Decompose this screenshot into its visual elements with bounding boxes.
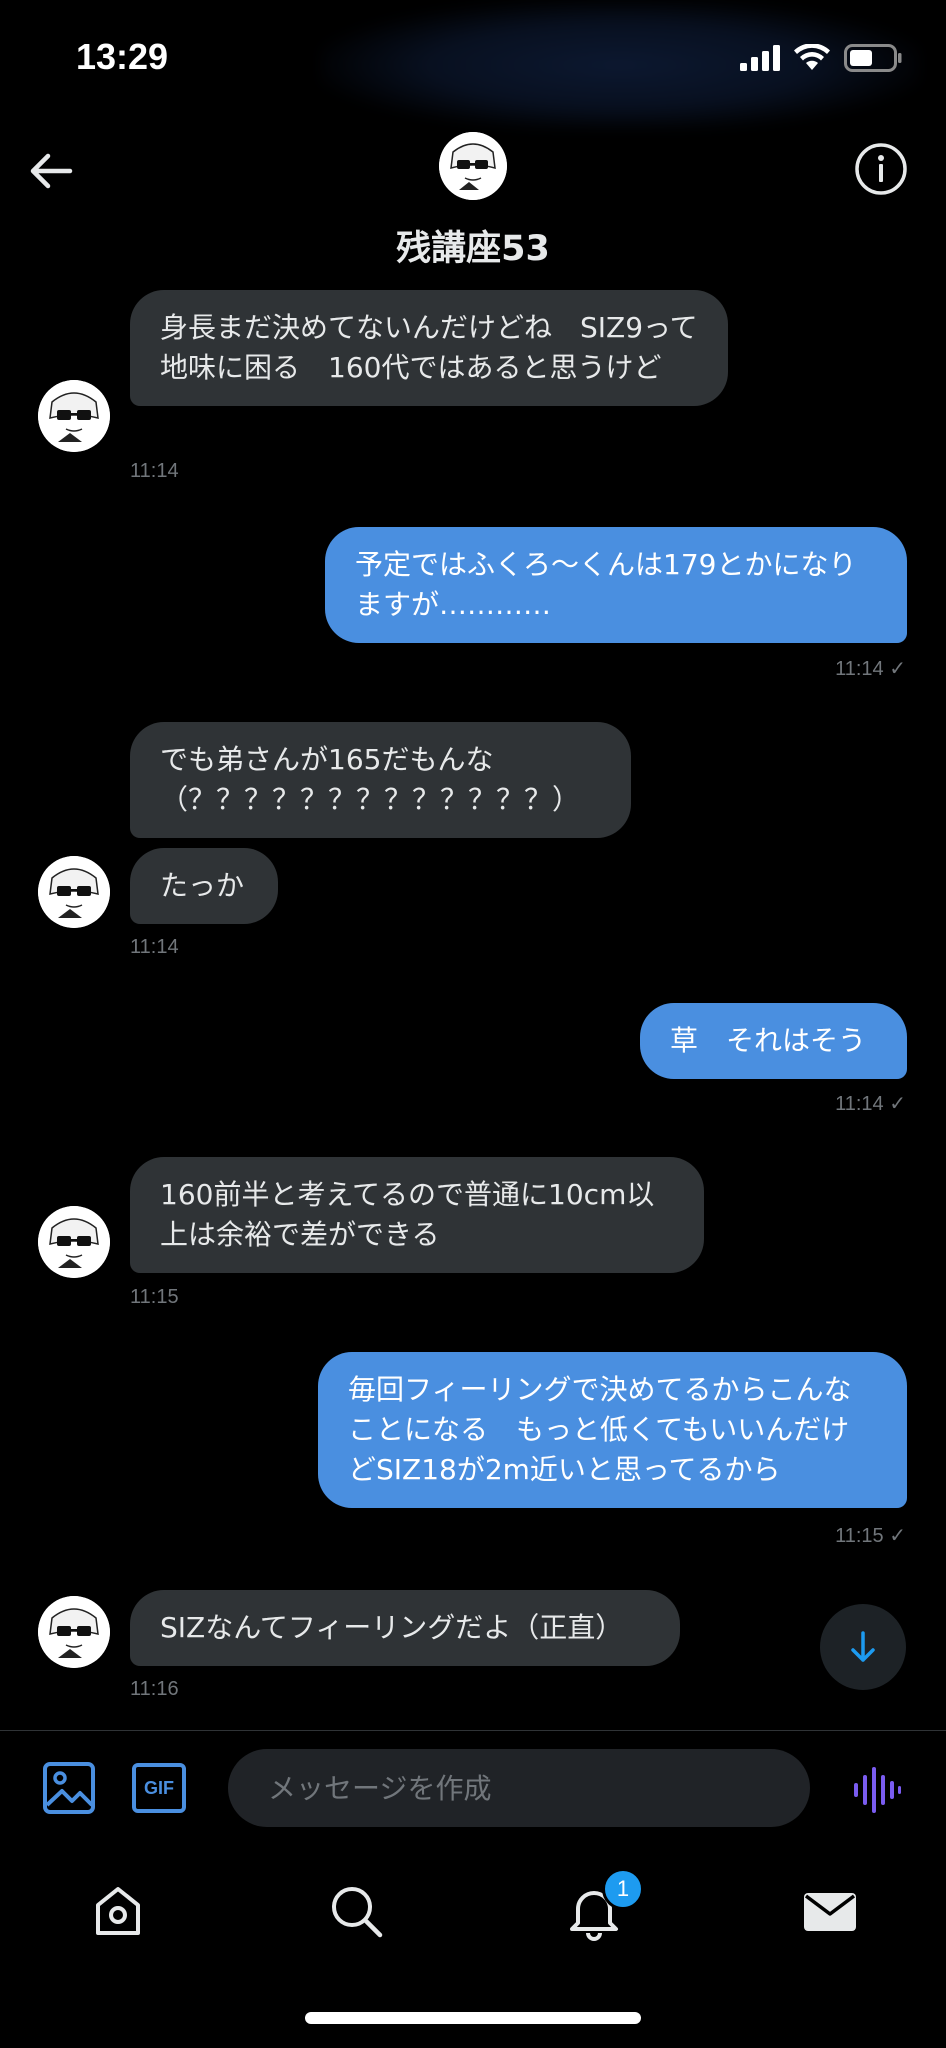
messages-envelope-icon[interactable]: [800, 1881, 860, 1941]
message-text: 身長まだ決めてないんだけどね SIZ9って地味に困る 160代ではあると思うけど: [160, 311, 698, 384]
back-arrow-icon[interactable]: [26, 146, 76, 196]
message-timestamp: 11:14: [130, 460, 179, 482]
message-timestamp: 11:15: [130, 1286, 179, 1308]
scroll-to-bottom-button[interactable]: [820, 1604, 906, 1690]
message-timestamp: 11:14 ✓: [835, 1093, 906, 1115]
message-bubble-incoming[interactable]: SIZなんてフィーリングだよ（正直）: [130, 1590, 680, 1666]
sender-avatar[interactable]: [38, 380, 110, 452]
message-timestamp: 11:14 ✓: [835, 658, 906, 680]
message-text: 草 それはそう: [670, 1024, 867, 1057]
message-timestamp: 11:15 ✓: [835, 1525, 906, 1547]
avatar-illustration-icon: [38, 380, 110, 452]
tab-bar: [0, 1851, 946, 1961]
status-bar: 13:29: [0, 0, 946, 130]
message-input[interactable]: [228, 1749, 810, 1827]
notifications-badge: 1: [602, 1868, 644, 1910]
message-bubble-incoming[interactable]: 身長まだ決めてないんだけどね SIZ9って地味に困る 160代ではあると思うけど: [130, 290, 728, 406]
voice-message-icon[interactable]: [852, 1765, 902, 1815]
status-icons: [740, 44, 902, 72]
search-icon[interactable]: [326, 1881, 386, 1941]
cellular-signal-icon: [740, 45, 780, 71]
message-text: 予定ではふくろ〜くんは179とかになりますが…………: [355, 548, 857, 621]
avatar-illustration-icon: [439, 132, 507, 200]
message-bubble-outgoing[interactable]: 毎回フィーリングで決めてるからこんなことになる もっと低くてもいいんだけどSIZ…: [318, 1352, 907, 1508]
message-bubble-incoming[interactable]: たっか: [130, 848, 278, 924]
header-avatar[interactable]: [439, 132, 507, 200]
gif-button[interactable]: GIF: [132, 1763, 186, 1813]
sender-avatar[interactable]: [38, 1206, 110, 1278]
message-timestamp: 11:16: [130, 1678, 179, 1700]
conversation-header: 残講座53: [0, 120, 946, 290]
message-timestamp: 11:14: [130, 936, 179, 958]
info-icon[interactable]: [854, 142, 908, 196]
status-time: 13:29: [76, 36, 169, 77]
message-text: 160前半と考えてるので普通に10cm以上は余裕で差ができる: [160, 1178, 655, 1251]
image-icon[interactable]: [42, 1761, 96, 1815]
message-bubble-outgoing[interactable]: 予定ではふくろ〜くんは179とかになりますが…………: [325, 527, 907, 643]
message-bubble-incoming[interactable]: でも弟さんが165だもんな（？？？？？？？？？？？？？）: [130, 722, 631, 838]
home-icon[interactable]: [88, 1881, 148, 1941]
avatar-illustration-icon: [38, 1596, 110, 1668]
message-composer: GIF: [0, 1731, 946, 1851]
message-text: 毎回フィーリングで決めてるからこんなことになる もっと低くてもいいんだけどSIZ…: [348, 1373, 852, 1486]
avatar-illustration-icon: [38, 1206, 110, 1278]
battery-icon: [844, 44, 902, 72]
sender-avatar[interactable]: [38, 856, 110, 928]
message-bubble-outgoing[interactable]: 草 それはそう: [640, 1003, 907, 1079]
message-text: でも弟さんが165だもんな（？？？？？？？？？？？？？）: [160, 743, 581, 816]
message-bubble-incoming[interactable]: 160前半と考えてるので普通に10cm以上は余裕で差ができる: [130, 1157, 704, 1273]
message-text: SIZなんてフィーリングだよ（正直）: [160, 1611, 624, 1644]
home-indicator[interactable]: [305, 2012, 641, 2024]
arrow-down-icon: [851, 1631, 875, 1662]
message-text: たっか: [160, 869, 245, 902]
avatar-illustration-icon: [38, 856, 110, 928]
conversation-title: 残講座53: [396, 229, 550, 269]
wifi-icon: [794, 44, 830, 70]
sender-avatar[interactable]: [38, 1596, 110, 1668]
